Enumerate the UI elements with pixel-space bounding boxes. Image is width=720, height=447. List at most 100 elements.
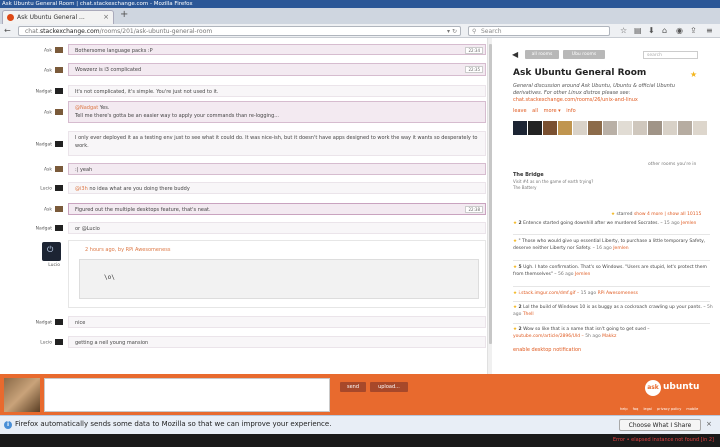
message-bubble[interactable]: Figured out the multiple desktops featur…: [68, 203, 486, 215]
avatar[interactable]: [55, 339, 63, 345]
reading-list-icon[interactable]: ▤: [634, 26, 642, 36]
message-bubble[interactable]: nice: [68, 316, 486, 328]
message-timestamp: 22:34: [465, 47, 483, 54]
footer-link[interactable]: help: [620, 407, 628, 411]
divider: [513, 301, 710, 302]
avatar[interactable]: [573, 121, 587, 135]
avatar[interactable]: [55, 319, 63, 325]
message-bubble[interactable]: @i3h no idea what are you doing there bu…: [68, 182, 486, 194]
divider: [513, 286, 710, 287]
avatar[interactable]: [648, 121, 662, 135]
avatar[interactable]: [663, 121, 677, 135]
home-icon[interactable]: ⌂: [662, 26, 667, 36]
avatar[interactable]: [55, 47, 63, 53]
choose-what-i-share-button[interactable]: Choose What I Share: [619, 419, 701, 431]
message-user: Nadgat: [18, 141, 63, 148]
avatar[interactable]: [55, 141, 63, 147]
message-input[interactable]: [44, 378, 330, 412]
message-bubble[interactable]: @Nadgat Yes. Tell me there's gotta be an …: [68, 101, 486, 123]
downloads-icon[interactable]: ⬇: [648, 26, 655, 36]
avatar[interactable]: [55, 109, 63, 115]
avatar[interactable]: [678, 121, 692, 135]
avatar[interactable]: [513, 121, 527, 135]
message-user: Lucio: [18, 339, 63, 346]
new-tab-icon[interactable]: +: [120, 9, 128, 20]
favorite-star-icon[interactable]: ★: [690, 70, 697, 79]
close-tab-icon[interactable]: ×: [103, 11, 109, 24]
info-link[interactable]: info: [566, 108, 575, 114]
footer-link[interactable]: faq: [633, 407, 639, 411]
input-area: send upload... ask ubuntu help faq legal…: [0, 374, 720, 415]
close-notification-icon[interactable]: ×: [706, 420, 712, 428]
share-icon[interactable]: ⇪: [690, 26, 697, 36]
more-link[interactable]: more ▾: [544, 108, 561, 114]
stackexchange-favicon-icon: [7, 14, 14, 21]
sound-icon[interactable]: ◀: [512, 50, 518, 59]
avatar[interactable]: [603, 121, 617, 135]
message-bubble[interactable]: Bothersome language packs :P 22:34: [68, 44, 486, 55]
message-bubble[interactable]: getting a neil young mansion: [68, 336, 486, 348]
all-rooms-button[interactable]: all rooms: [525, 50, 559, 59]
message-bubble[interactable]: It's not complicated, it's simple. You'r…: [68, 85, 486, 97]
menu-icon[interactable]: ≡: [706, 26, 713, 36]
footer-link[interactable]: privacy policy: [657, 407, 681, 411]
room-search-input[interactable]: search: [643, 51, 698, 59]
pocket-icon[interactable]: ◉: [676, 26, 683, 36]
onebox-meta: 2 hours ago, by RPi Awesomeness: [85, 247, 171, 253]
message-bubble[interactable]: or @Lucio: [68, 222, 486, 234]
upload-button[interactable]: upload...: [370, 382, 408, 392]
back-icon[interactable]: ←: [4, 26, 11, 36]
message-bubble[interactable]: :| yeah: [68, 163, 486, 175]
tab-ask-ubuntu[interactable]: Ask Ubuntu General ... ×: [2, 10, 114, 24]
starred-item[interactable]: ★ i.stack.imgur.com/dmf.gif – 15 ago RPi…: [513, 290, 713, 297]
chat-scrollbar[interactable]: [487, 38, 492, 374]
search-bar[interactable]: ⚲ Search: [468, 26, 610, 36]
footer-links: help faq legal privacy policy mobile: [620, 407, 702, 411]
room-related-link[interactable]: chat.stackexchange.com/rooms/26/unix-and…: [513, 97, 638, 103]
bookmark-star-icon[interactable]: ☆: [620, 26, 627, 36]
ubu-rooms-button[interactable]: Ubu rooms: [563, 50, 605, 59]
starred-item[interactable]: ★ 5 Ugh. I hate confirmation. That's so …: [513, 264, 713, 278]
starred-item[interactable]: ★ " Those who would give up essential Li…: [513, 238, 713, 252]
footer-link[interactable]: mobile: [686, 407, 698, 411]
present-users: [513, 121, 711, 136]
bridge-description: Visit #4 as on the game of earth trying?…: [513, 179, 594, 190]
avatar[interactable]: [618, 121, 632, 135]
room-the-bridge[interactable]: The Bridge: [513, 172, 544, 178]
all-link[interactable]: all: [532, 108, 538, 114]
avatar[interactable]: [558, 121, 572, 135]
reply-link[interactable]: @i3h: [75, 186, 88, 192]
avatar[interactable]: [55, 206, 63, 212]
send-button[interactable]: send: [340, 382, 366, 392]
reload-icon[interactable]: ▾ ↻: [447, 27, 457, 36]
enable-notifications-link[interactable]: enable desktop notification: [513, 347, 581, 353]
avatar[interactable]: [42, 242, 61, 261]
footer-link[interactable]: legal: [643, 407, 651, 411]
onebox-quote[interactable]: 2 hours ago, by RPi Awesomeness \o\: [68, 240, 486, 308]
firefox-data-notification: i Firefox automatically sends some data …: [0, 415, 720, 434]
avatar[interactable]: [528, 121, 542, 135]
reply-link[interactable]: @Nadgat: [75, 105, 98, 111]
avatar[interactable]: [55, 88, 63, 94]
room-description: General discussion around Ask Ubuntu, Ub…: [513, 83, 675, 96]
avatar[interactable]: [693, 121, 707, 135]
message-bubble[interactable]: Wowzerz is i3 complicated 22:35: [68, 63, 486, 76]
avatar[interactable]: [588, 121, 602, 135]
starred-item[interactable]: ★ 2 Lol the build of Windows 10 is as bu…: [513, 304, 713, 318]
avatar[interactable]: [55, 225, 63, 231]
starred-item[interactable]: ★ 2 Wow so like that is a name that isn'…: [513, 326, 713, 340]
url-bar[interactable]: chat.stackexchange.com/rooms/201/ask-ubu…: [18, 26, 461, 36]
current-user-avatar[interactable]: [4, 378, 40, 412]
scrollbar-thumb[interactable]: [489, 44, 492, 344]
leave-link[interactable]: leave: [513, 108, 527, 114]
avatar[interactable]: [55, 185, 63, 191]
avatar[interactable]: [633, 121, 647, 135]
avatar[interactable]: [55, 67, 63, 73]
avatar[interactable]: [543, 121, 557, 135]
avatar[interactable]: [55, 166, 63, 172]
starred-more-links[interactable]: show 4 more | show all 10115: [634, 212, 701, 217]
room-title: Ask Ubuntu General Room: [513, 68, 647, 78]
url-path: /rooms/201/ask-ubuntu-general-room: [99, 28, 213, 35]
starred-item[interactable]: ★ 2 Entence started going downhill after…: [513, 220, 713, 227]
message-bubble[interactable]: I only ever deployed it as a testing env…: [68, 131, 486, 156]
